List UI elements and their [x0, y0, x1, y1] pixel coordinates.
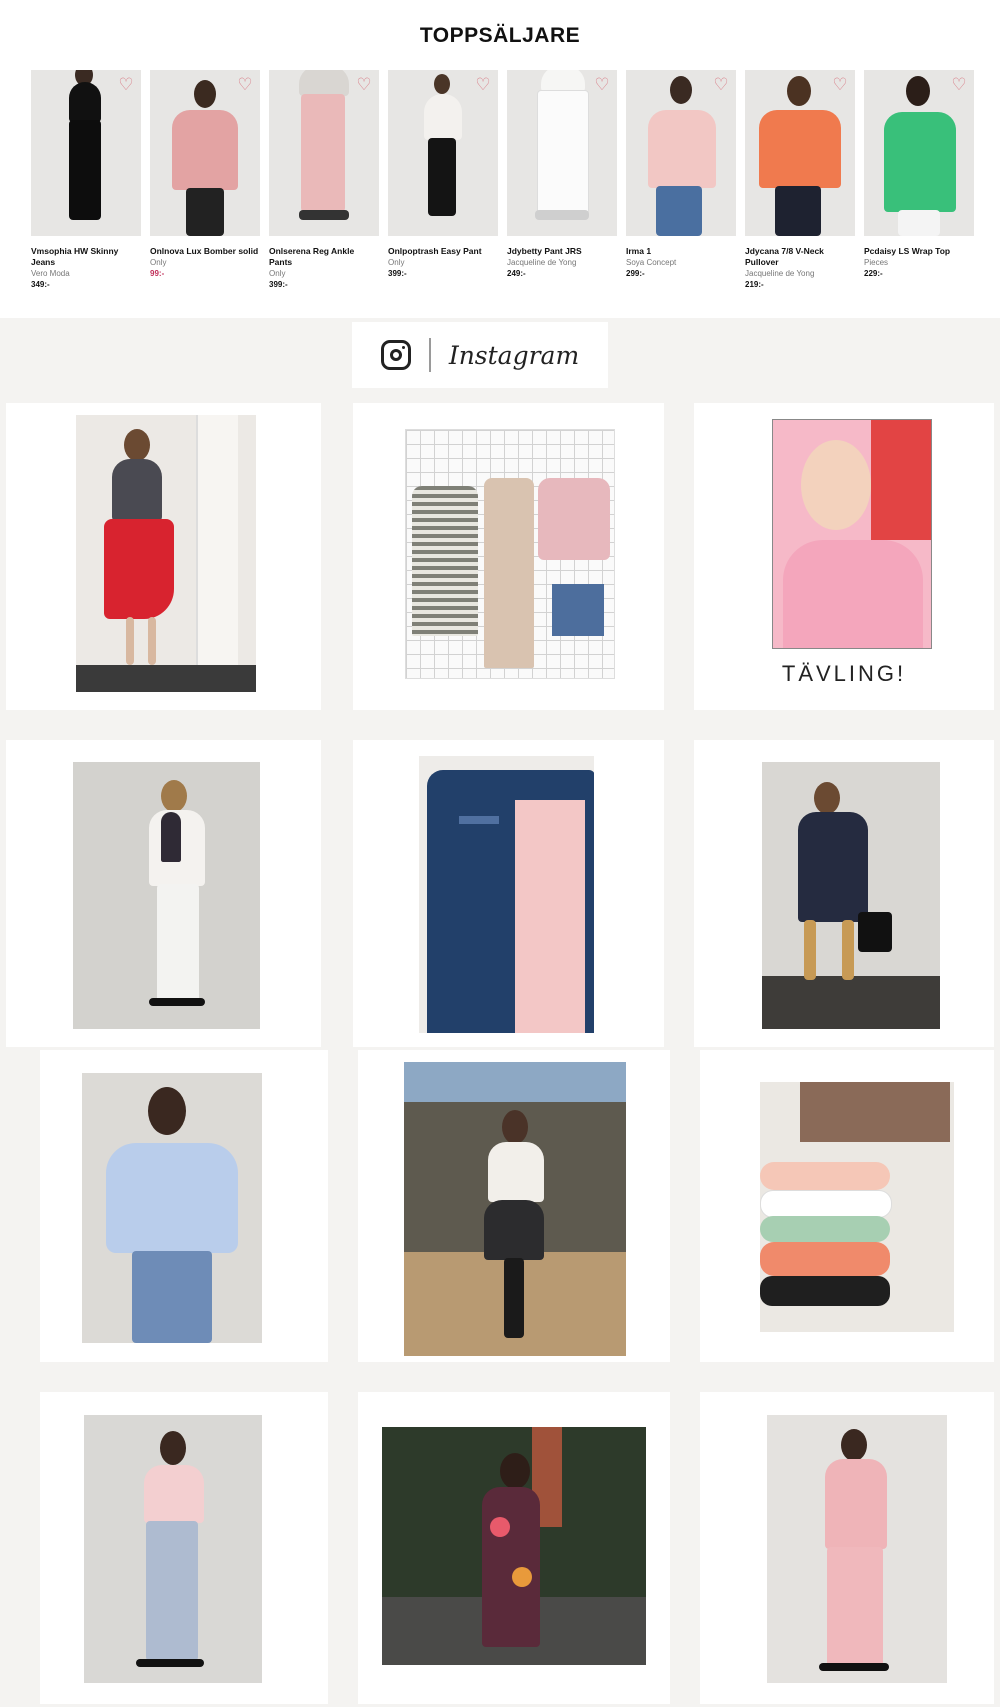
product-price: 399:- — [269, 280, 288, 289]
instagram-label: Instagram — [448, 340, 580, 370]
product-name[interactable]: Onlserena Reg Ankle Pants — [269, 246, 379, 268]
product-name[interactable]: Jdybetty Pant JRS — [507, 246, 617, 257]
product-card[interactable]: ♡ Jdycana 7/8 V-Neck Pullover Jacqueline… — [745, 70, 855, 290]
product-brand: Vero Moda — [31, 269, 70, 278]
post-image — [772, 419, 932, 649]
product-image[interactable]: ♡ — [864, 70, 974, 236]
post-image — [404, 1062, 626, 1356]
product-name[interactable]: Jdycana 7/8 V-Neck Pullover — [745, 246, 855, 268]
product-price: 219:- — [745, 280, 764, 289]
instagram-post[interactable] — [40, 1050, 328, 1362]
product-name[interactable]: Irma 1 — [626, 246, 736, 257]
post-image — [760, 1082, 954, 1332]
product-price: 299:- — [626, 269, 645, 278]
product-price: 399:- — [388, 269, 407, 278]
product-image[interactable]: ♡ — [31, 70, 141, 236]
instagram-post[interactable] — [358, 1050, 670, 1362]
product-card[interactable]: ♡ Onlpoptrash Easy Pant Only 399:- — [388, 70, 498, 279]
post-image — [82, 1073, 262, 1343]
post-image — [76, 415, 256, 692]
product-name[interactable]: Pcdaisy LS Wrap Top — [864, 246, 974, 257]
instagram-icon — [380, 340, 411, 370]
product-brand: Soya Concept — [626, 258, 677, 267]
product-image[interactable]: ♡ — [269, 70, 379, 236]
heart-icon[interactable]: ♡ — [712, 76, 730, 94]
post-image — [762, 762, 940, 1029]
heart-icon[interactable]: ♡ — [355, 76, 373, 94]
product-name[interactable]: Vmsophia HW Skinny Jeans — [31, 246, 141, 268]
heart-icon[interactable]: ♡ — [236, 76, 254, 94]
top-sellers-section: TOPPSÄLJARE ♡ Vmsophia HW Skinny Jeans V… — [0, 0, 1000, 318]
instagram-post[interactable]: TÄVLING! — [694, 403, 994, 710]
product-name[interactable]: Onlnova Lux Bomber solid — [150, 246, 260, 257]
product-carousel: ♡ Vmsophia HW Skinny Jeans Vero Moda 349… — [31, 70, 974, 300]
product-image[interactable]: ♡ — [626, 70, 736, 236]
post-image — [767, 1415, 947, 1683]
product-image[interactable]: ♡ — [388, 70, 498, 236]
product-image[interactable]: ♡ — [745, 70, 855, 236]
product-brand: Only — [388, 258, 405, 267]
instagram-post[interactable] — [358, 1392, 670, 1704]
divider — [428, 338, 431, 372]
instagram-post[interactable] — [700, 1050, 994, 1362]
product-card[interactable]: ♡ Vmsophia HW Skinny Jeans Vero Moda 349… — [31, 70, 141, 290]
product-card[interactable]: ♡ Onlserena Reg Ankle Pants Only 399:- — [269, 70, 379, 290]
product-price: 249:- — [507, 269, 526, 278]
post-image — [405, 429, 615, 679]
instagram-post[interactable] — [694, 740, 994, 1047]
post-image — [382, 1427, 646, 1665]
instagram-post[interactable] — [6, 740, 321, 1047]
product-brand: Jacqueline de Yong — [507, 258, 577, 267]
product-image[interactable]: ♡ — [507, 70, 617, 236]
product-price: 99:- — [150, 269, 165, 278]
instagram-post[interactable] — [40, 1392, 328, 1704]
product-brand: Only — [150, 258, 167, 267]
product-card[interactable]: ♡ Irma 1 Soya Concept 299:- — [626, 70, 736, 279]
contest-caption: TÄVLING! — [781, 661, 907, 686]
product-brand: Pieces — [864, 258, 889, 267]
heart-icon[interactable]: ♡ — [474, 76, 492, 94]
instagram-post[interactable] — [353, 740, 664, 1047]
heart-icon[interactable]: ♡ — [831, 76, 849, 94]
product-price: 349:- — [31, 280, 50, 289]
instagram-post[interactable] — [700, 1392, 994, 1704]
section-title: TOPPSÄLJARE — [419, 24, 581, 47]
heart-icon[interactable]: ♡ — [950, 76, 968, 94]
post-image — [419, 756, 594, 1033]
product-image[interactable]: ♡ — [150, 70, 260, 236]
product-card[interactable]: ♡ Jdybetty Pant JRS Jacqueline de Yong 2… — [507, 70, 617, 279]
product-card[interactable]: ♡ Pcdaisy LS Wrap Top Pieces 229:- — [864, 70, 974, 279]
instagram-post[interactable] — [6, 403, 321, 710]
product-card[interactable]: ♡ Onlnova Lux Bomber solid Only 99:- — [150, 70, 260, 279]
product-price: 229:- — [864, 269, 883, 278]
post-image — [73, 762, 260, 1029]
instagram-banner[interactable]: Instagram — [352, 322, 608, 388]
product-brand: Jacqueline de Yong — [745, 269, 815, 278]
product-brand: Only — [269, 269, 286, 278]
instagram-post[interactable] — [353, 403, 664, 710]
heart-icon[interactable]: ♡ — [117, 76, 135, 94]
heart-icon[interactable]: ♡ — [593, 76, 611, 94]
product-name[interactable]: Onlpoptrash Easy Pant — [388, 246, 498, 257]
post-image — [84, 1415, 262, 1683]
